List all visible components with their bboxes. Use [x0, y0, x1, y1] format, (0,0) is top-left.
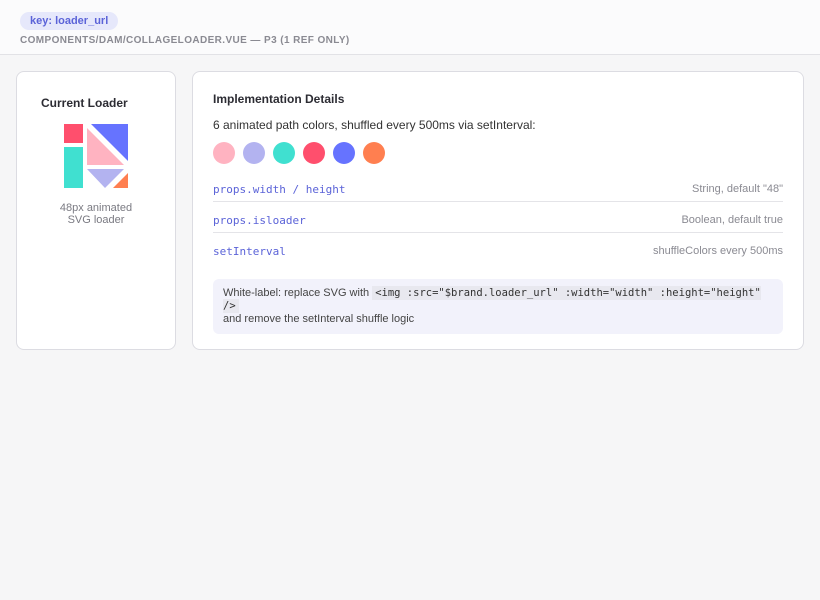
- row-value: shuffleColors every 500ms: [652, 245, 783, 257]
- color-swatch: [333, 142, 355, 164]
- color-swatch: [243, 142, 265, 164]
- loader-caption-line2: SVG loader: [67, 214, 125, 226]
- row-value: Boolean, default true: [681, 214, 783, 226]
- top-bar: key: loader_url COMPONENTS/DAM/COLLAGELO…: [0, 0, 820, 55]
- row-value: String, default "48": [692, 183, 783, 195]
- row-key: setInterval: [213, 244, 286, 258]
- loader-caption: 48px animated SVG loader: [17, 202, 175, 226]
- implementation-title: Implementation Details: [213, 92, 345, 106]
- details-table: props.width / height String, default "48…: [213, 178, 783, 263]
- implementation-details-card: Implementation Details 6 animated path c…: [192, 71, 804, 350]
- current-loader-title: Current Loader: [41, 96, 128, 110]
- loader-preview-icon: [64, 124, 128, 188]
- implementation-description: 6 animated path colors, shuffled every 5…: [213, 118, 536, 132]
- current-loader-card: Current Loader 48px animated SVG loader: [16, 71, 176, 350]
- color-swatch: [363, 142, 385, 164]
- loader-caption-line1: 48px animated: [59, 202, 133, 214]
- color-swatch: [273, 142, 295, 164]
- color-swatch: [213, 142, 235, 164]
- details-row: props.width / height String, default "48…: [213, 178, 783, 202]
- component-path: COMPONENTS/DAM/COLLAGELOADER.VUE — P3 (1…: [20, 35, 350, 46]
- details-row: setInterval shuffleColors every 500ms: [213, 240, 783, 263]
- note-suffix: and remove the setInterval shuffle logic: [223, 313, 415, 325]
- loader-shape-top-left: [64, 124, 83, 143]
- row-key: props.width / height: [213, 182, 346, 196]
- key-badge: key: loader_url: [20, 12, 119, 30]
- color-swatch: [303, 142, 325, 164]
- details-row: props.isloader Boolean, default true: [213, 209, 783, 233]
- row-key: props.isloader: [213, 213, 306, 227]
- note-prefix: White-label: replace SVG with: [223, 287, 370, 299]
- loader-shape-bottom-left: [64, 147, 83, 188]
- color-swatches: [213, 142, 783, 164]
- white-label-note: White-label: replace SVG with <img :src=…: [213, 279, 783, 334]
